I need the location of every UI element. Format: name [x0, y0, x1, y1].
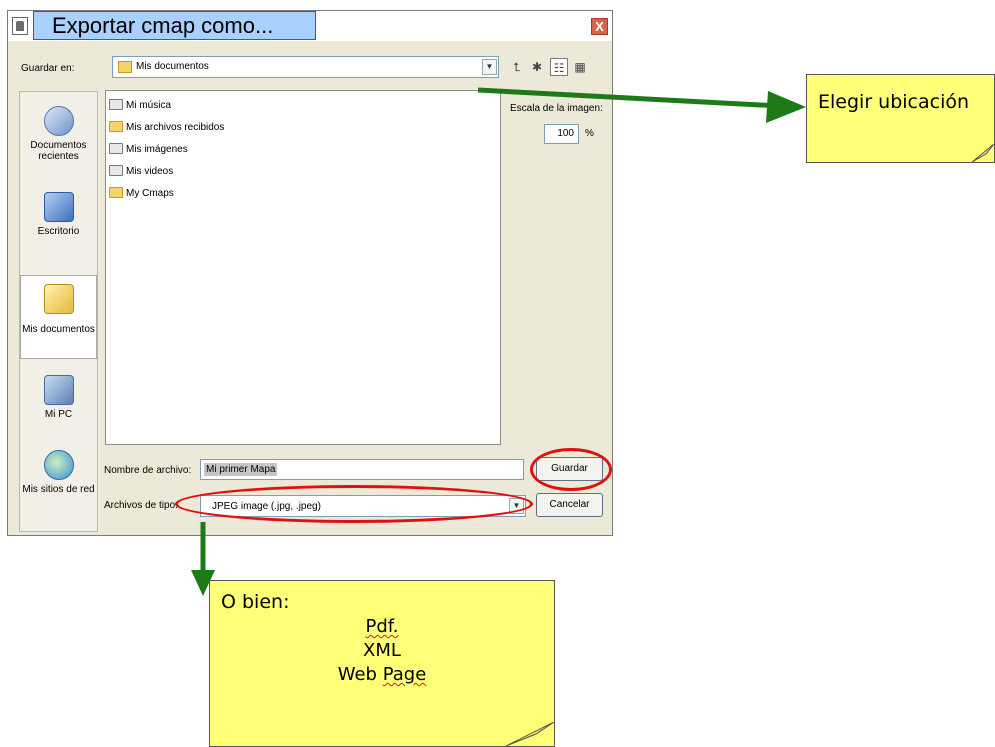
location-arrow-line [477, 87, 781, 109]
formats-note: O bien: Pdf. XML Web Page [209, 580, 555, 747]
location-arrow-head [766, 91, 806, 123]
formats-list: Pdf. XML Web Page [210, 615, 554, 687]
format-pdf: Pdf. [365, 616, 399, 637]
format-xml: XML [363, 640, 401, 661]
location-note: Elegir ubicación [806, 74, 995, 163]
format-web-page: Page [382, 664, 427, 685]
location-note-text: Elegir ubicación [818, 91, 970, 113]
page-curl-icon [972, 144, 994, 162]
formats-note-title: O bien: [221, 591, 290, 613]
page-curl-icon [506, 722, 554, 746]
